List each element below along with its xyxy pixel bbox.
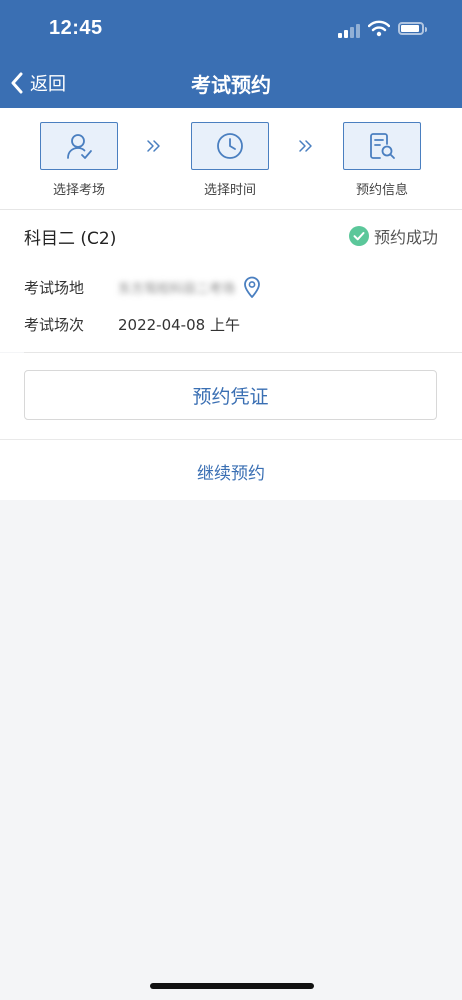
clock-icon (217, 133, 243, 159)
home-indicator[interactable] (150, 983, 314, 989)
signal-icon (338, 22, 362, 38)
status-time: 12:45 (49, 17, 103, 39)
session-row: 考试场次 2022-04-08 上午 (24, 314, 240, 335)
continue-section: 继续预约 (0, 439, 462, 500)
step-indicator: 选择考场 选择时间 预约信息 (0, 108, 462, 210)
booking-info-card: 科目二 (C2) 预约成功 考试场地 东方驾校科目二考场 考试场次 2022-0… (0, 210, 462, 352)
person-check-icon (67, 134, 92, 159)
step-select-time: 选择时间 (191, 122, 269, 198)
venue-row: 考试场地 东方驾校科目二考场 (24, 276, 261, 298)
continue-booking-link[interactable]: 继续预约 (0, 459, 462, 484)
step-label: 选择时间 (203, 183, 256, 198)
battery-icon (398, 22, 427, 35)
exam-subject: 科目二 (C2) (24, 229, 117, 249)
venue-label: 考试场地 (24, 278, 85, 297)
session-value: 2022-04-08 上午 (118, 316, 240, 334)
location-pin-icon[interactable] (243, 276, 261, 298)
step-booking-info: 预约信息 (343, 122, 421, 198)
venue-value: 东方驾校科目二考场 (118, 281, 236, 297)
session-label: 考试场次 (24, 316, 85, 334)
double-chevron-right-icon (299, 140, 312, 152)
status-badge: 预约成功 (348, 224, 438, 248)
page-title: 考试预约 (191, 73, 271, 97)
voucher-button[interactable]: 预约凭证 (24, 370, 437, 420)
document-search-icon (370, 133, 395, 159)
check-circle-icon (348, 226, 369, 246)
step-select-venue: 选择考场 (40, 122, 118, 198)
step-label: 选择考场 (52, 183, 105, 198)
status-bar: 12:45 (0, 0, 462, 58)
nav-bar: 返回 考试预约 (0, 58, 462, 108)
double-chevron-right-icon (147, 140, 160, 152)
voucher-section: 预约凭证 (0, 353, 462, 439)
step-label: 预约信息 (355, 183, 408, 198)
status-text: 预约成功 (373, 228, 438, 247)
wifi-icon (368, 20, 390, 37)
